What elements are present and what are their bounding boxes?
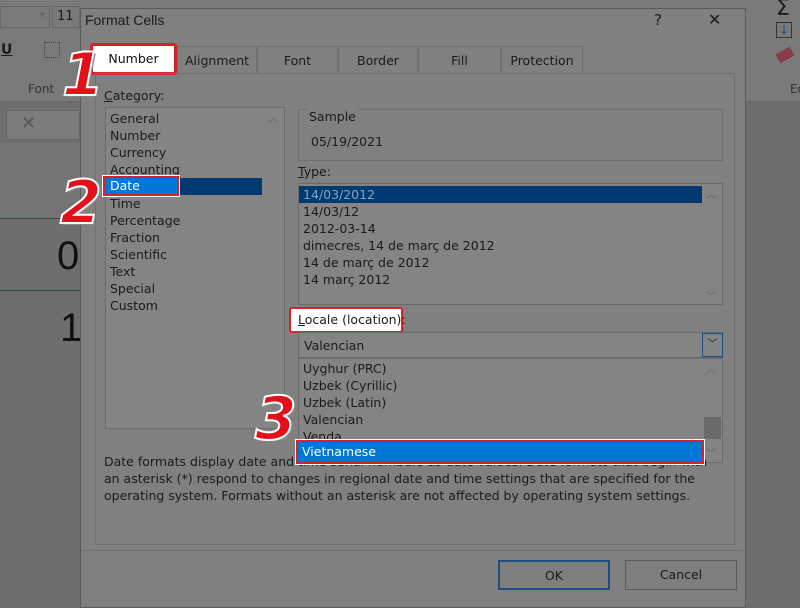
help-button[interactable]: ? [654, 11, 662, 29]
step-2-marker: 2 [59, 167, 103, 239]
step-3-marker: 3 [254, 383, 298, 455]
cancel-button[interactable]: Cancel [625, 560, 737, 590]
formula-buttons: ✕ [6, 110, 80, 140]
divider [81, 550, 745, 551]
category-item[interactable]: Custom [110, 297, 158, 314]
autosum-icon[interactable]: Σ [776, 0, 790, 21]
cell-value[interactable]: 1 [60, 306, 82, 351]
locale-option[interactable]: Uzbek (Latin) [303, 394, 386, 411]
cancel-x-icon[interactable]: ✕ [21, 113, 36, 134]
scroll-up-icon[interactable]: ︿ [268, 110, 278, 125]
category-item[interactable]: Scientific [110, 246, 167, 263]
type-item[interactable]: 14/03/12 [303, 203, 359, 220]
tab-border[interactable]: Border [338, 46, 418, 73]
category-item[interactable]: Currency [110, 144, 166, 161]
category-item[interactable]: General [110, 110, 159, 127]
tab-alignment[interactable]: Alignment [177, 46, 257, 73]
scroll-down-icon[interactable]: ﹀ [706, 288, 716, 303]
format-cells-dialog: Format Cells ? ✕ Number Alignment Font B… [80, 8, 746, 608]
type-item[interactable]: 2012-03-14 [303, 220, 376, 237]
editing-group-label: Ed [790, 82, 800, 96]
sample-value: 05/19/2021 [311, 134, 384, 149]
category-item[interactable]: Fraction [110, 229, 160, 246]
locale-option[interactable]: Uzbek (Cyrillic) [303, 377, 397, 394]
scroll-up-icon[interactable]: ︿ [706, 361, 716, 376]
locale-label: Locale (location): [298, 312, 406, 327]
chevron-down-icon[interactable]: ﹀ [702, 333, 723, 357]
category-label: Category: [104, 88, 165, 103]
cell-value[interactable]: 0 [57, 234, 79, 279]
locale-option[interactable]: Uyghur (PRC) [303, 360, 387, 377]
category-item[interactable]: Percentage [110, 212, 180, 229]
scrollbar-thumb[interactable] [704, 417, 721, 439]
borders-icon[interactable] [44, 42, 60, 58]
tab-protection[interactable]: Protection [501, 46, 583, 73]
chevron-down-icon: ▾ [40, 10, 46, 21]
locale-option-vietnamese[interactable]: Vietnamese [295, 439, 705, 465]
type-list[interactable]: 14/03/2012 14/03/12 2012-03-14 dimecres, 14… [298, 183, 723, 305]
locale-option[interactable]: Valencian [303, 411, 363, 428]
category-item[interactable]: Number [110, 127, 160, 144]
type-item[interactable]: 14 de març de 2012 [303, 254, 429, 271]
type-item[interactable]: 14/03/2012 [299, 186, 702, 203]
locale-value: Valencian [304, 338, 365, 353]
locale-combobox[interactable]: Valencian ﹀ [298, 332, 723, 358]
close-button[interactable]: ✕ [708, 10, 721, 29]
fill-down-icon[interactable]: ↓ [776, 22, 792, 38]
ok-button[interactable]: OK [498, 560, 610, 590]
category-item[interactable]: Text [110, 263, 135, 280]
grid-line [0, 290, 80, 291]
type-label: Type: [298, 164, 331, 179]
tab-font[interactable]: Font [257, 46, 338, 73]
type-item[interactable]: 14 març 2012 [303, 271, 390, 288]
font-group-label: Font [28, 82, 55, 96]
font-size-box[interactable]: 11 [52, 6, 80, 28]
type-item[interactable]: dimecres, 14 de març de 2012 [303, 237, 495, 254]
tab-fill[interactable]: Fill [418, 46, 501, 73]
category-item[interactable]: Special [110, 280, 155, 297]
scroll-up-icon[interactable]: ︿ [706, 186, 716, 201]
underline-button[interactable]: U [1, 42, 12, 58]
category-list[interactable]: GeneralNumberCurrencyAccountingDateTimeP… [105, 107, 285, 429]
step-1-marker: 1 [61, 39, 105, 111]
sample-label: Sample [307, 109, 358, 124]
category-item[interactable]: Time [110, 195, 141, 212]
category-date-highlight[interactable]: Date [102, 175, 180, 197]
dialog-title: Format Cells [85, 12, 165, 28]
